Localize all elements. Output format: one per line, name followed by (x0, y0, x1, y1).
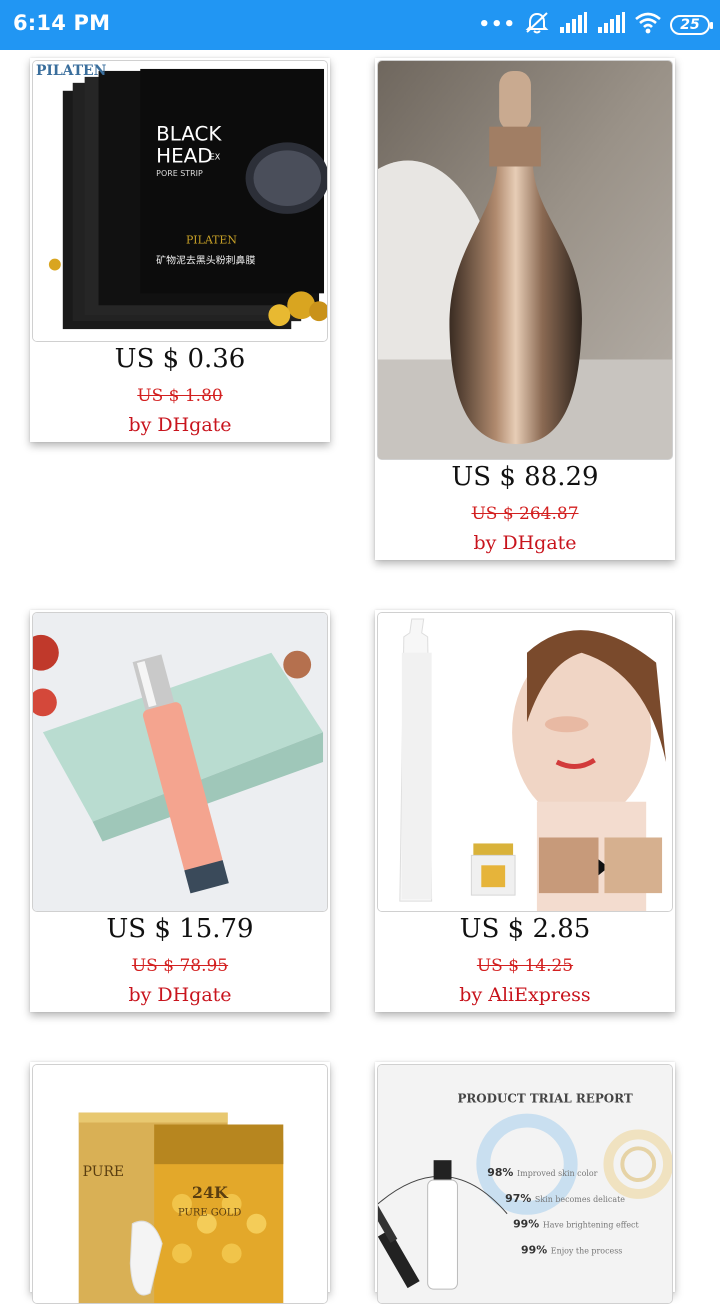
original-price: US $ 264.87 (471, 504, 579, 524)
image-text: Enjoy the process (551, 1246, 623, 1255)
seller-label: by AliExpress (459, 984, 591, 1006)
more-notifications-icon: ••• (478, 14, 516, 35)
brand-logo: PILATEN (36, 63, 107, 79)
product-card[interactable]: PURE 24K PURE GOLD (30, 1062, 330, 1304)
original-price: US $ 1.80 (137, 386, 223, 406)
product-price: US $ 88.29 (451, 462, 599, 492)
image-text: 99% (513, 1218, 539, 1231)
image-text: 97% (505, 1192, 531, 1205)
battery-icon: 25 (670, 15, 713, 35)
image-text: PORE STRIP (156, 169, 203, 178)
product-price: US $ 15.79 (106, 914, 254, 944)
product-image[interactable]: PURE 24K PURE GOLD (32, 1064, 328, 1304)
seller-label: by DHgate (128, 414, 232, 436)
image-text: Improved skin color (517, 1169, 598, 1178)
seller-label: by DHgate (128, 984, 232, 1006)
signal-icon (596, 12, 626, 38)
product-image[interactable]: PRODUCT TRIAL REPORT 98% Improved skin c… (377, 1064, 673, 1304)
image-text: PILATEN (186, 234, 237, 247)
image-text: 98% (487, 1166, 513, 1179)
product-image[interactable] (32, 612, 328, 912)
image-text: EX (210, 152, 221, 161)
mute-icon (524, 11, 550, 39)
product-card[interactable]: US $ 88.29 US $ 264.87 by DHgate (375, 58, 675, 560)
status-bar: 6:14 PM ••• 25 (0, 0, 720, 50)
image-text: Have brightening effect (543, 1221, 640, 1230)
product-card[interactable]: US $ 15.79 US $ 78.95 by DHgate (30, 610, 330, 1012)
product-card[interactable]: US $ 2.85 US $ 14.25 by AliExpress (375, 610, 675, 1012)
product-price: US $ 2.85 (459, 914, 591, 944)
original-price: US $ 78.95 (131, 956, 229, 976)
image-text: PRODUCT TRIAL REPORT (457, 1092, 632, 1106)
product-image[interactable] (377, 612, 673, 912)
product-price: US $ 0.36 (114, 344, 246, 374)
status-time: 6:14 PM (13, 11, 111, 35)
image-text: PURE (83, 1164, 124, 1180)
wifi-icon (634, 12, 662, 38)
seller-label: by DHgate (473, 532, 577, 554)
image-text: 矿物泥去黑头粉刺鼻膜 (156, 254, 255, 267)
signal-icon (558, 12, 588, 38)
product-card[interactable]: PRODUCT TRIAL REPORT 98% Improved skin c… (375, 1062, 675, 1304)
status-icons: ••• 25 (478, 11, 713, 39)
image-text: HEAD (156, 144, 212, 167)
image-text: 99% (521, 1243, 547, 1256)
original-price: US $ 14.25 (476, 956, 574, 976)
image-text: Skin becomes delicate (535, 1195, 625, 1204)
product-image[interactable] (377, 60, 673, 460)
product-image[interactable]: PILATEN BLACK HEAD EX PORE STRIP PILATEN… (32, 60, 328, 342)
image-text: PURE GOLD (178, 1208, 241, 1219)
product-card[interactable]: PILATEN BLACK HEAD EX PORE STRIP PILATEN… (30, 58, 330, 442)
image-text: 24K (192, 1183, 229, 1202)
image-text: BLACK (156, 122, 222, 145)
